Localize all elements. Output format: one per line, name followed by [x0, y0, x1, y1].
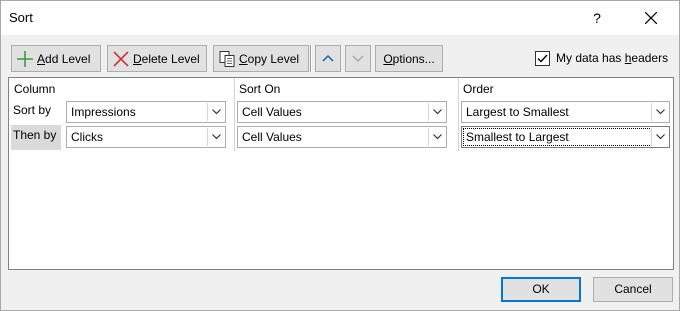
dropdown-button[interactable] [207, 103, 224, 121]
delete-level-rest: elete Level [141, 51, 200, 66]
add-level-rest: dd Level [45, 51, 91, 66]
add-level-label: Add Level [37, 52, 90, 66]
chevron-down-icon [212, 134, 221, 140]
ok-button[interactable]: OK [501, 277, 581, 302]
chevron-down-icon [433, 109, 442, 115]
header-sort-on: Sort On [239, 82, 281, 96]
chevron-down-icon [656, 134, 665, 140]
header-order: Order [463, 82, 494, 96]
options-label: Options... [383, 52, 434, 66]
delete-level-mnemonic: D [133, 51, 142, 66]
dropdown-button[interactable] [207, 128, 224, 146]
options-mnemonic: O [383, 51, 393, 66]
headers-checkbox-label: My data has headers [556, 51, 668, 65]
sort-on-select-value: Cell Values [242, 130, 302, 144]
checkmark-icon [537, 54, 548, 63]
copy-level-button[interactable]: Copy Level [213, 45, 309, 72]
chevron-down-icon [433, 134, 442, 140]
dropdown-button[interactable] [428, 103, 445, 121]
help-button[interactable]: ? [583, 8, 611, 28]
column-select-value: Clicks [71, 130, 103, 144]
dropdown-button[interactable] [428, 128, 445, 146]
sort-on-select[interactable]: Cell Values [237, 101, 447, 123]
sort-on-select-value: Cell Values [242, 105, 302, 119]
headers-checkbox[interactable] [535, 50, 550, 66]
headers-checkbox-row[interactable]: My data has headers [535, 49, 668, 67]
toolbar-separator [310, 45, 312, 72]
close-icon [644, 11, 658, 25]
delete-level-button[interactable]: Delete Level [107, 45, 207, 72]
chevron-up-icon [322, 54, 334, 62]
headers-label-rest: eaders [631, 51, 669, 65]
headers-label-main: My data has [556, 51, 625, 65]
order-select-value: Largest to Smallest [466, 105, 569, 119]
column-divider [458, 78, 459, 151]
add-level-button[interactable]: Add Level [11, 45, 101, 72]
column-divider [234, 78, 235, 151]
move-down-button[interactable] [345, 45, 371, 72]
move-up-button[interactable] [315, 45, 341, 72]
column-select[interactable]: Clicks [66, 126, 226, 148]
header-column: Column [14, 82, 56, 96]
column-select[interactable]: Impressions [66, 101, 226, 123]
order-select[interactable]: Smallest to Largest [461, 126, 670, 148]
cancel-button[interactable]: Cancel [593, 277, 673, 302]
row-label-then-by: Then by [13, 128, 57, 142]
chevron-down-icon [656, 109, 665, 115]
copy-icon [219, 50, 235, 67]
copy-level-label: Copy Level [239, 52, 299, 66]
column-select-value: Impressions [71, 105, 136, 119]
delete-icon [113, 50, 129, 67]
order-select[interactable]: Largest to Smallest [461, 101, 670, 123]
dropdown-button[interactable] [651, 128, 668, 146]
dialog-title: Sort [9, 10, 33, 25]
chevron-down-icon [212, 109, 221, 115]
add-level-mnemonic: A [37, 51, 46, 66]
dropdown-button[interactable] [651, 103, 668, 121]
sort-on-select[interactable]: Cell Values [237, 126, 447, 148]
row-label-sort-by: Sort by [13, 103, 52, 117]
close-button[interactable] [637, 7, 665, 29]
add-icon [17, 50, 33, 67]
copy-level-rest: opy Level [247, 51, 300, 66]
chevron-down-icon [352, 55, 364, 63]
order-select-value: Smallest to Largest [466, 130, 569, 144]
copy-level-mnemonic: C [239, 51, 248, 66]
options-button[interactable]: Options... [375, 45, 443, 72]
sort-dialog: Sort ? Add Level Delete Level Copy Level [0, 0, 680, 311]
options-rest: ptions... [392, 51, 435, 66]
sort-levels-grid: Column Sort On Order Sort by Impressions… [8, 77, 674, 270]
delete-level-label: Delete Level [133, 52, 200, 66]
title-bar: Sort ? [1, 1, 679, 35]
